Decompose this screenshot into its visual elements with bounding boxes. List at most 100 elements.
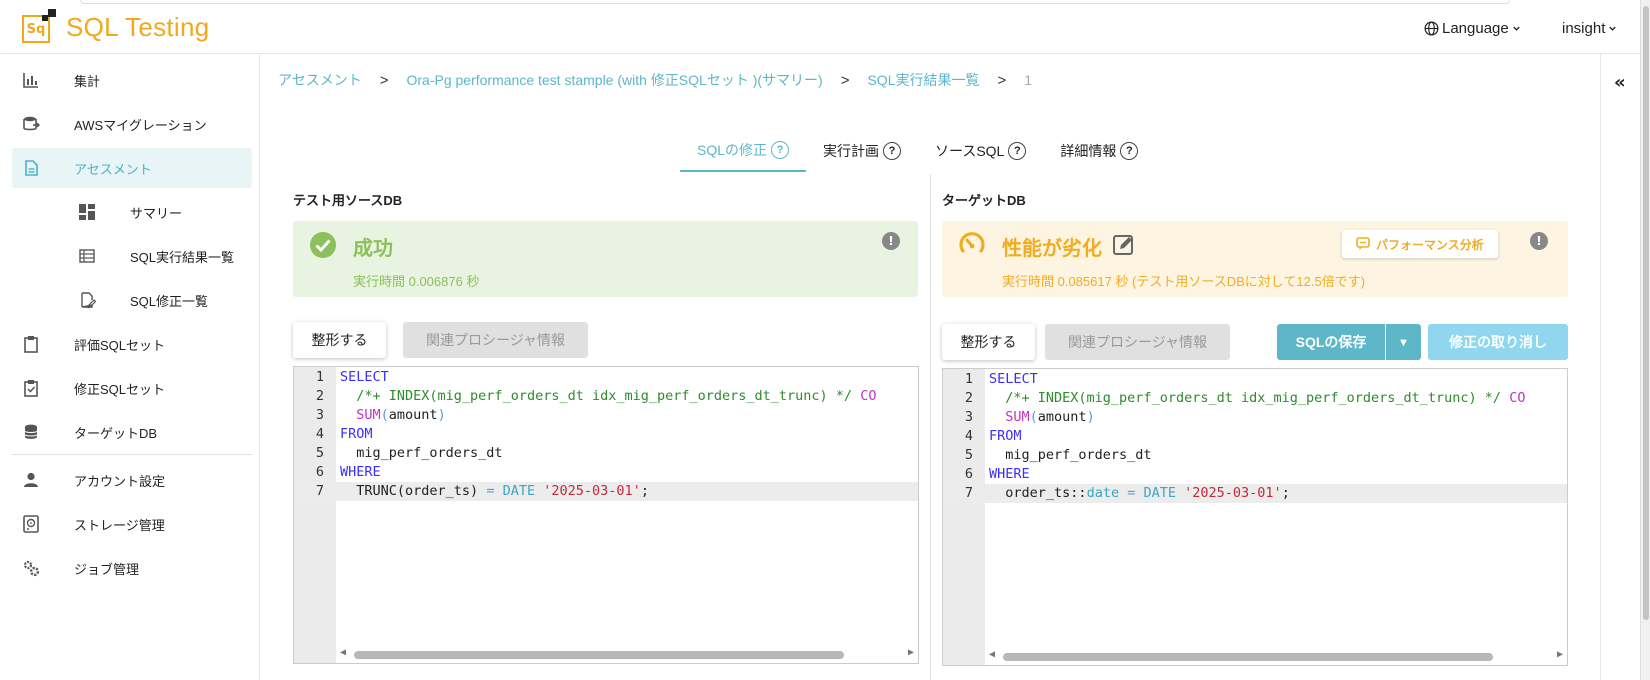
sidebar-item-jobs[interactable]: ジョブ管理	[12, 548, 252, 588]
edit-document-icon	[78, 291, 96, 309]
edit-icon[interactable]	[1112, 233, 1136, 261]
tab-bar: SQLの修正 ? 実行計画 ? ソースSQL ? 詳細情報 ?	[680, 130, 1155, 172]
tab-label: 詳細情報	[1060, 143, 1117, 159]
source-panel-title: テスト用ソースDB	[293, 193, 403, 208]
source-procedure-info-button[interactable]: 関連プロシージャ情報	[403, 322, 588, 358]
clipboard-icon	[22, 335, 40, 353]
user-menu[interactable]: insight	[1562, 20, 1617, 37]
target-sql-editor[interactable]: 1 SELECT 2 /*+ INDEX(mig_perf_orders_dt i…	[942, 368, 1568, 666]
browser-strip	[80, 0, 1510, 4]
sidebar-item-aws-migration[interactable]: AWSマイグレーション	[12, 104, 252, 144]
app-logo[interactable]: Sq SQL Testing	[20, 9, 210, 45]
sidebar-item-sql-results[interactable]: SQL実行結果一覧	[12, 236, 252, 276]
editor-horizontal-scrollbar[interactable]: ◀ ▶	[985, 649, 1567, 663]
sidebar-item-label: 修正SQLセット	[74, 381, 166, 397]
source-sql-editor[interactable]: 1 SELECT 2 /*+ INDEX(mig_perf_orders_dt i…	[293, 366, 919, 664]
code-line-active: 7 order_ts::date = DATE '2025-03-01';	[943, 484, 1567, 503]
code-line: 3 SUM(amount)	[964, 409, 1095, 425]
code-line: 1 SELECT	[964, 371, 1038, 387]
sidebar-item-account-settings[interactable]: アカウント設定	[12, 460, 252, 500]
help-icon[interactable]: ?	[1008, 142, 1027, 160]
code-line: 4 FROM	[315, 426, 373, 442]
revert-fix-button[interactable]: 修正の取り消し	[1428, 324, 1568, 360]
page-scrollbar[interactable]	[1640, 0, 1650, 680]
target-panel-title: ターゲットDB	[942, 193, 1026, 208]
code-line: 3 SUM(amount)	[315, 407, 446, 423]
code-line: 2 /*+ INDEX(mig_perf_orders_dt idx_mig_p…	[964, 390, 1526, 406]
user-label: insight	[1562, 20, 1606, 37]
editor-horizontal-scrollbar[interactable]: ◀ ▶	[336, 647, 918, 661]
breadcrumb-assessment[interactable]: アセスメント	[278, 70, 362, 90]
tab-label: ソースSQL	[935, 143, 1005, 159]
right-rail-divider	[1600, 54, 1601, 680]
chevron-down-icon	[1609, 26, 1617, 31]
code-line-active: 7 TRUNC(order_ts) = DATE '2025-03-01';	[294, 482, 918, 501]
code-line: 1 SELECT	[315, 369, 389, 385]
sidebar-item-fix-sql-set[interactable]: 修正SQLセット	[12, 368, 252, 408]
sidebar-item-assessment[interactable]: アセスメント	[12, 148, 252, 188]
sidebar-item-label: ターゲットDB	[74, 425, 158, 441]
globe-icon	[1424, 21, 1439, 36]
info-icon[interactable]: !	[1530, 232, 1548, 250]
sidebar-divider	[12, 454, 252, 455]
dashboard-icon	[78, 203, 96, 221]
performance-analysis-button[interactable]: パフォーマンス分析	[1342, 230, 1498, 258]
code-line: 2 /*+ INDEX(mig_perf_orders_dt idx_mig_p…	[315, 388, 877, 404]
breadcrumb-separator: >	[840, 71, 850, 89]
sidebar-item-label: SQL修正一覧	[130, 293, 209, 309]
app-title: SQL Testing	[66, 11, 210, 42]
gears-icon	[22, 559, 40, 577]
code-line: 4 FROM	[964, 428, 1022, 444]
save-sql-dropdown-button[interactable]: ▾	[1386, 324, 1421, 360]
sidebar-item-summary[interactable]: サマリー	[12, 192, 252, 232]
breadcrumb-sql-results[interactable]: SQL実行結果一覧	[867, 70, 979, 90]
tab-source-sql[interactable]: ソースSQL ?	[918, 130, 1043, 172]
language-label: Language	[1442, 20, 1509, 37]
sidebar-item-label: SQL実行結果一覧	[130, 249, 235, 265]
person-icon	[22, 471, 40, 489]
tab-details[interactable]: 詳細情報 ?	[1043, 130, 1155, 172]
database-icon	[22, 423, 40, 441]
sidebar-item-eval-sql-set[interactable]: 評価SQLセット	[12, 324, 252, 364]
scrollbar-thumb[interactable]	[1003, 653, 1493, 661]
target-format-button[interactable]: 整形する	[942, 324, 1035, 360]
tab-exec-plan[interactable]: 実行計画 ?	[806, 130, 918, 172]
sidebar-item-label: ストレージ管理	[74, 517, 165, 533]
list-icon	[78, 247, 96, 265]
breadcrumb: アセスメント > Ora-Pg performance test stample…	[278, 70, 1032, 90]
sidebar-item-label: 集計	[74, 73, 101, 89]
clipboard-check-icon	[22, 379, 40, 397]
help-icon[interactable]: ?	[883, 142, 902, 160]
speedometer-icon	[958, 231, 986, 263]
info-icon[interactable]: !	[882, 232, 900, 250]
bar-chart-icon	[22, 71, 40, 89]
sidebar-item-target-db[interactable]: ターゲットDB	[12, 412, 252, 452]
collapse-panel-button[interactable]: «	[1614, 72, 1626, 93]
breadcrumb-current: 1	[1024, 72, 1033, 88]
code-line: 5 mig_perf_orders_dt	[964, 447, 1152, 463]
breadcrumb-separator: >	[379, 71, 389, 89]
scrollbar-thumb[interactable]	[354, 651, 844, 659]
top-bar: Sq SQL Testing Language insight	[0, 0, 1650, 54]
sidebar-item-sql-fixes[interactable]: SQL修正一覧	[12, 280, 252, 320]
sidebar-item-summary-stats[interactable]: 集計	[12, 60, 252, 100]
save-sql-button[interactable]: SQLの保存	[1277, 324, 1385, 360]
source-format-button[interactable]: 整形する	[293, 322, 386, 358]
database-migrate-icon	[22, 115, 40, 133]
logo-icon: Sq	[20, 9, 56, 45]
check-circle-icon	[309, 231, 337, 263]
tab-label: SQLの修正	[697, 142, 768, 158]
tab-label: 実行計画	[823, 143, 880, 159]
tab-sql-fix[interactable]: SQLの修正 ?	[680, 130, 807, 172]
sidebar-item-storage[interactable]: ストレージ管理	[12, 504, 252, 544]
sidebar-item-label: サマリー	[130, 205, 183, 221]
source-exec-time: 実行時間 0.006876 秒	[353, 274, 480, 289]
breadcrumb-summary[interactable]: Ora-Pg performance test stample (with 修正…	[407, 70, 823, 90]
language-menu[interactable]: Language	[1424, 20, 1521, 37]
help-icon[interactable]: ?	[1120, 142, 1139, 160]
chevron-down-icon	[1513, 26, 1520, 31]
sidebar: 集計 AWSマイグレーション アセスメント サマリー SQL実行結果一覧 SQL…	[0, 54, 260, 680]
page-scrollbar-thumb[interactable]	[1643, 6, 1649, 620]
target-procedure-info-button[interactable]: 関連プロシージャ情報	[1045, 324, 1230, 360]
help-icon[interactable]: ?	[771, 141, 790, 159]
